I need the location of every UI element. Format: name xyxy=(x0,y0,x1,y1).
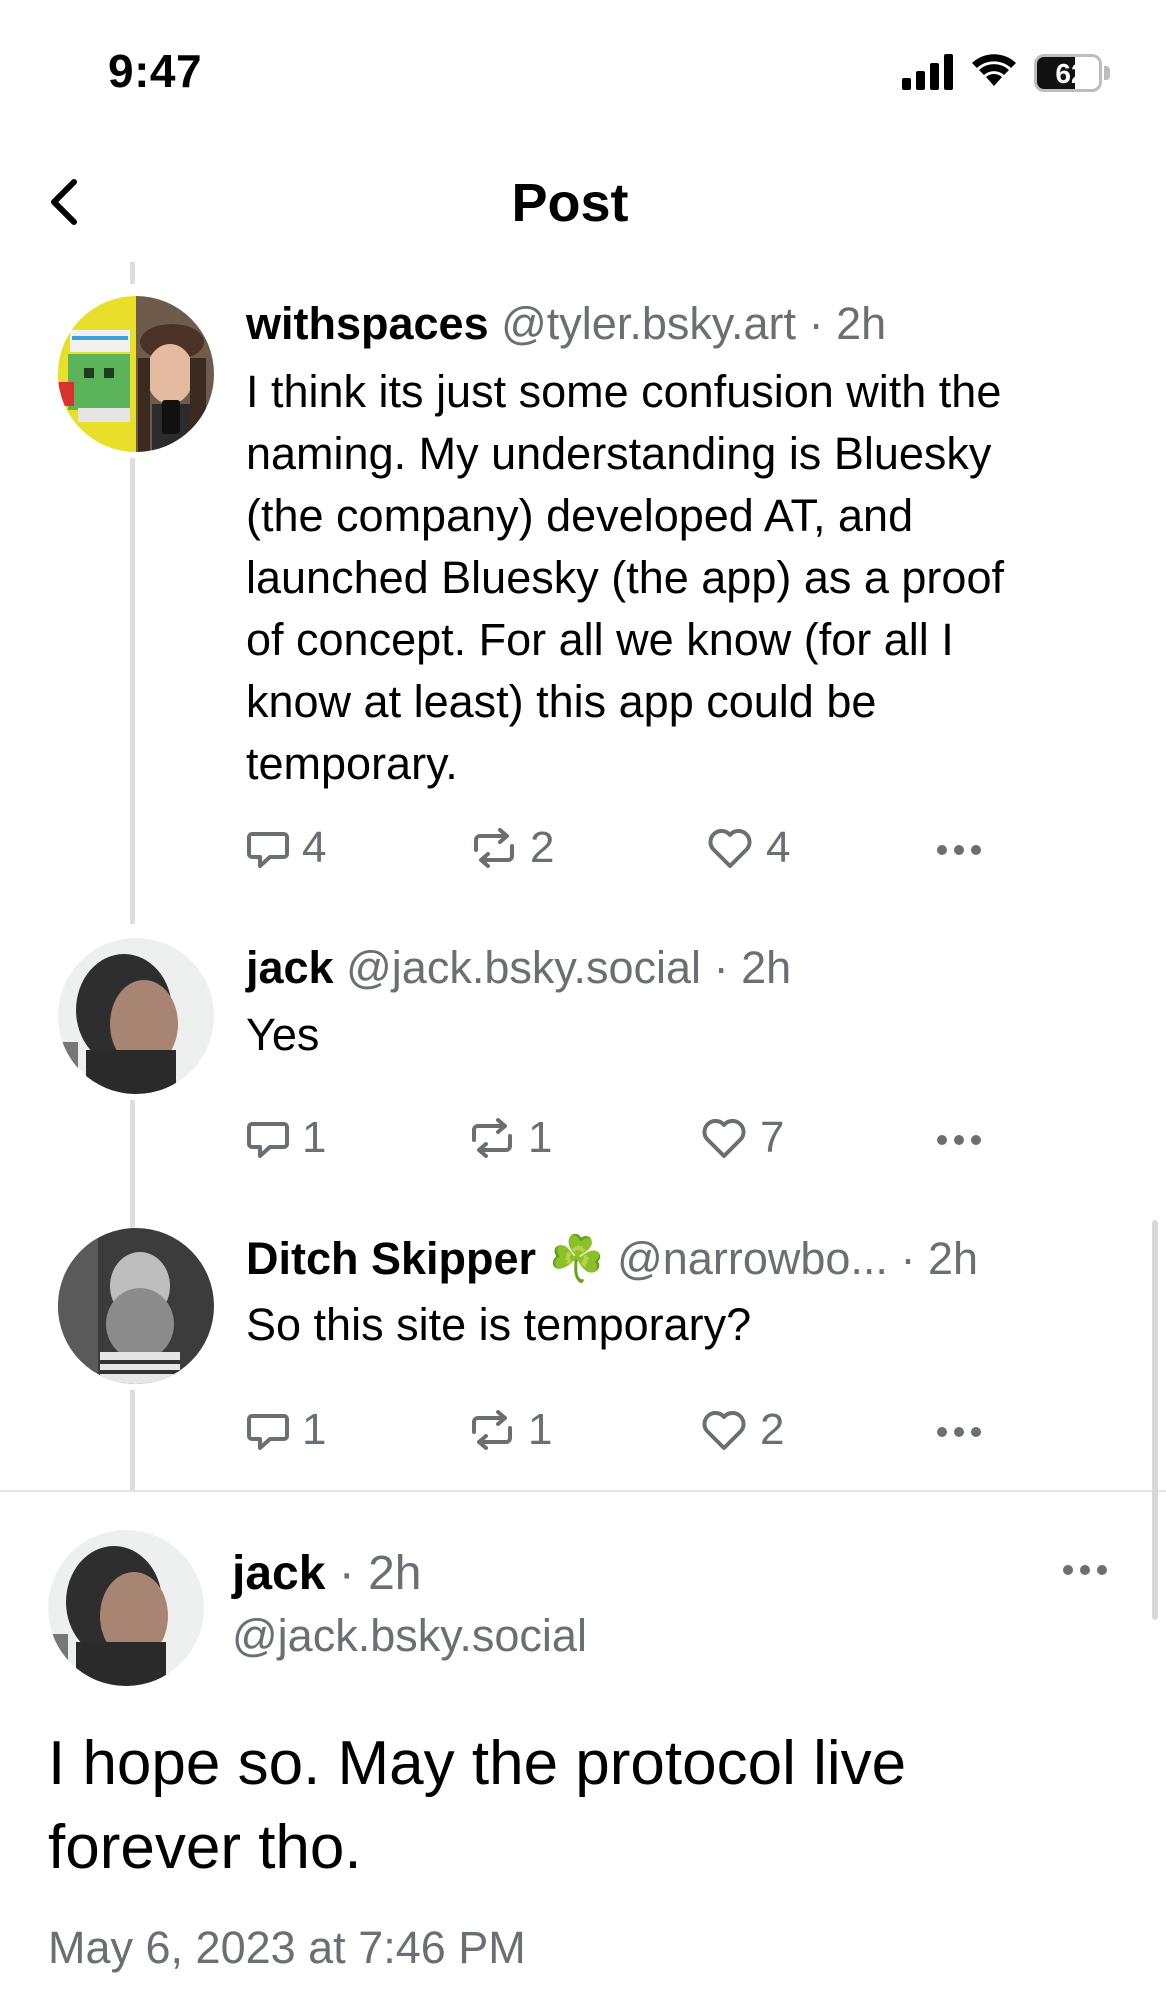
avatar-image xyxy=(48,1530,204,1686)
post-text-line: launched Bluesky (the app) as a proof xyxy=(246,552,1004,603)
avatar[interactable] xyxy=(58,296,214,452)
avatar-image xyxy=(58,1228,214,1384)
thread-line xyxy=(130,458,135,924)
reply-count: 1 xyxy=(302,1405,327,1454)
post-header: Ditch Skipper ☘️ @narrowbo... · 2h xyxy=(246,1232,978,1285)
author-handle[interactable]: @jack.bsky.social xyxy=(232,1610,587,1662)
post-text-line: temporary. xyxy=(246,738,458,789)
heart-icon xyxy=(708,829,752,868)
page-title: Post xyxy=(511,173,629,233)
separator-dot: · xyxy=(713,942,729,993)
thread-line xyxy=(130,262,135,284)
post-actions: 1 1 2 xyxy=(246,1400,1006,1460)
main-post-header: jack · 2h xyxy=(232,1546,421,1601)
separator-dot: · xyxy=(900,1233,916,1284)
avatar[interactable] xyxy=(58,1228,214,1384)
post-header: withspaces @tyler.bsky.art · 2h xyxy=(246,298,886,350)
post-text-line: I hope so. May the protocol live xyxy=(48,1729,907,1798)
author-name[interactable]: jack xyxy=(232,1547,325,1600)
reply-button[interactable]: 4 xyxy=(246,818,326,878)
like-button[interactable]: 2 xyxy=(700,1400,784,1460)
status-bar: 9:47 62 xyxy=(0,0,1166,150)
post-text-line: Yes xyxy=(246,1009,320,1060)
repost-count: 2 xyxy=(530,823,555,872)
repost-count: 1 xyxy=(528,1113,553,1162)
post-text-line: So this site is temporary? xyxy=(246,1299,752,1350)
status-time: 9:47 xyxy=(108,45,203,97)
separator-dot: · xyxy=(338,1547,355,1600)
like-count: 4 xyxy=(766,823,791,872)
avatar[interactable] xyxy=(48,1530,204,1686)
post-text-line: (the company) developed AT, and xyxy=(246,490,914,541)
like-button[interactable]: 4 xyxy=(706,818,790,878)
heart-icon xyxy=(702,1119,746,1158)
author-name[interactable]: withspaces xyxy=(246,298,489,349)
reply-icon xyxy=(247,1414,289,1450)
repost-count: 1 xyxy=(528,1405,553,1454)
post-text-line: forever tho. xyxy=(48,1813,362,1882)
reply-count: 1 xyxy=(302,1113,327,1162)
header: Post xyxy=(0,150,1166,260)
repost-icon xyxy=(474,828,514,868)
heart-icon xyxy=(702,1411,746,1450)
thread-line xyxy=(130,1100,135,1230)
author-name[interactable]: Ditch Skipper xyxy=(246,1233,536,1284)
post-date: May 6, 2023 at 7:46 PM xyxy=(48,1922,526,1973)
battery-percent: 62 xyxy=(1055,58,1087,89)
post-actions: 4 2 4 xyxy=(246,818,1006,878)
like-count: 7 xyxy=(760,1113,785,1162)
reply-icon xyxy=(247,1122,289,1158)
repost-icon xyxy=(472,1410,512,1450)
divider xyxy=(0,1490,1166,1492)
author-handle[interactable]: @tyler.bsky.art xyxy=(501,298,796,349)
reply-button[interactable]: 1 xyxy=(246,1400,326,1460)
post-text[interactable]: I think its just some confusion with the… xyxy=(246,361,1126,795)
post-actions: 1 1 7 xyxy=(246,1108,1006,1168)
post-text-line: of concept. For all we know (for all I xyxy=(246,614,954,665)
reply-count: 4 xyxy=(302,823,327,872)
author-handle[interactable]: @jack.bsky.social xyxy=(346,942,701,993)
post-text[interactable]: Yes xyxy=(246,1004,1126,1066)
avatar[interactable] xyxy=(58,938,214,1094)
wifi-icon xyxy=(972,54,1016,86)
post-time: 2h xyxy=(927,1233,979,1284)
post-time: 2h xyxy=(368,1547,422,1600)
separator-dot: · xyxy=(808,298,824,349)
battery-icon: 62 xyxy=(1034,54,1110,92)
post-text-line: naming. My understanding is Bluesky xyxy=(246,428,992,479)
more-options-icon[interactable] xyxy=(934,840,984,860)
like-count: 2 xyxy=(760,1405,785,1454)
post-time: 2h xyxy=(836,298,887,349)
avatar-image xyxy=(58,296,214,452)
repost-button[interactable]: 2 xyxy=(470,818,554,878)
more-options-icon[interactable] xyxy=(1060,1560,1110,1580)
author-name[interactable]: jack xyxy=(246,942,334,993)
shamrock-icon: ☘️ xyxy=(548,1233,605,1284)
author-handle[interactable]: @narrowbo... xyxy=(617,1233,888,1284)
post-text[interactable]: So this site is temporary? xyxy=(246,1294,1126,1356)
repost-button[interactable]: 1 xyxy=(468,1108,552,1168)
cellular-signal-icon xyxy=(902,54,953,90)
avatar-image xyxy=(58,938,214,1094)
post-time: 2h xyxy=(741,942,792,993)
post-header: jack @jack.bsky.social · 2h xyxy=(246,942,791,994)
repost-button[interactable]: 1 xyxy=(468,1400,552,1460)
thread-line xyxy=(130,1390,135,1490)
more-options-icon[interactable] xyxy=(934,1130,984,1150)
main-post-text[interactable]: I hope so. May the protocol live forever… xyxy=(48,1722,1128,1890)
scrollbar[interactable] xyxy=(1152,1220,1158,1620)
like-button[interactable]: 7 xyxy=(700,1108,784,1168)
more-options-icon[interactable] xyxy=(934,1422,984,1442)
post-text-line: know at least) this app could be xyxy=(246,676,877,727)
reply-icon xyxy=(247,832,289,868)
post-text-line: I think its just some confusion with the xyxy=(246,366,1002,417)
reply-button[interactable]: 1 xyxy=(246,1108,326,1168)
repost-icon xyxy=(472,1118,512,1158)
